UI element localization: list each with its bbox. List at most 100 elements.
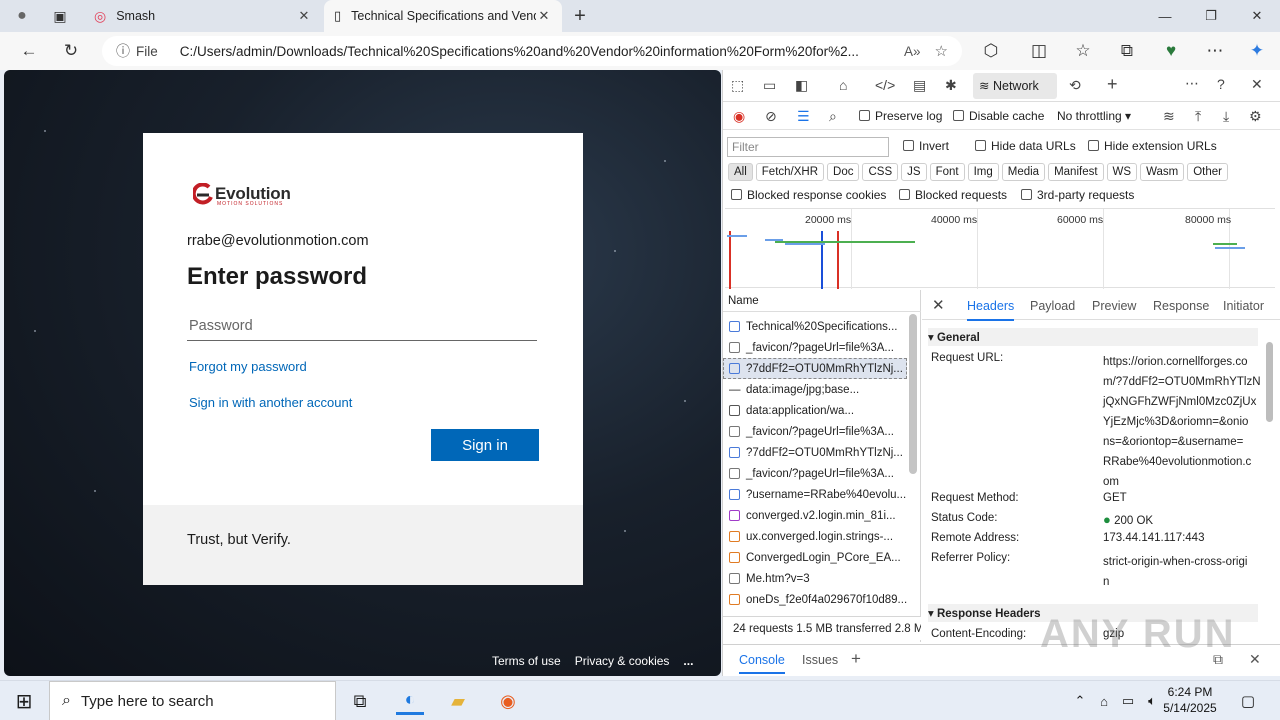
request-row[interactable]: ux.converged.login.strings-... [723, 526, 907, 547]
system-clock[interactable]: 6:24 PM 5/14/2025 [1160, 684, 1220, 716]
chip-font[interactable]: Font [929, 163, 965, 181]
sources-bug-icon[interactable]: ✱ [945, 77, 957, 94]
tab-actions-icon[interactable]: ▣ [46, 2, 74, 30]
read-aloud-icon[interactable]: A» [904, 44, 921, 59]
request-row[interactable]: data:application/wa... [723, 400, 907, 421]
filter-icon[interactable]: ☰ [797, 108, 810, 125]
record-icon[interactable]: ◉ [733, 108, 745, 125]
request-row[interactable]: _favicon/?pageUrl=file%3A... [723, 463, 907, 484]
request-row[interactable]: _favicon/?pageUrl=file%3A... [723, 421, 907, 442]
throttling-select[interactable]: No throttling ▾ [1057, 109, 1131, 123]
chip-all[interactable]: All [728, 163, 753, 181]
export-har-icon[interactable]: ⤓ [1223, 108, 1229, 125]
close-devtools-icon[interactable]: ✕ [1251, 76, 1263, 93]
profile-icon[interactable]: ● [8, 2, 36, 30]
drawer-tab-issues[interactable]: Issues [802, 653, 838, 667]
extensions-icon[interactable]: ⬡ [976, 37, 1006, 65]
browser-essentials-icon[interactable]: ♥ [1156, 37, 1186, 65]
chip-other[interactable]: Other [1187, 163, 1228, 181]
close-window-icon[interactable]: ✕ [1234, 0, 1280, 32]
file-explorer-icon[interactable]: ▰ [444, 687, 472, 715]
blocked-requests-checkbox[interactable]: Blocked requests [899, 188, 1007, 202]
chip-js[interactable]: JS [901, 163, 927, 181]
refresh-icon[interactable]: ↻ [56, 37, 86, 65]
welcome-home-icon[interactable]: ⌂ [839, 77, 847, 93]
password-field[interactable] [187, 311, 537, 341]
close-drawer-icon[interactable]: ✕ [1249, 651, 1261, 668]
more-tools-icon[interactable]: + [1107, 74, 1118, 95]
dock-icon[interactable]: ◧ [795, 77, 808, 94]
close-details-icon[interactable]: ✕ [932, 296, 945, 314]
add-drawer-tab-icon[interactable]: + [851, 649, 861, 669]
blocked-cookies-checkbox[interactable]: Blocked response cookies [731, 188, 886, 202]
performance-icon[interactable]: ⟲ [1069, 77, 1081, 94]
clear-icon[interactable]: ⊘ [765, 108, 777, 125]
details-scrollbar[interactable] [1266, 342, 1273, 422]
request-row[interactable]: ?7ddFf2=OTU0MmRhYTlzNj... [723, 442, 907, 463]
device-emulation-icon[interactable]: ▭ [763, 77, 776, 94]
info-icon[interactable]: ⓘ [116, 41, 130, 61]
close-tab-icon[interactable]: ✕ [296, 8, 312, 24]
favorite-star-icon[interactable]: ☆ [935, 42, 948, 60]
inspect-icon[interactable]: ⬚ [731, 77, 744, 94]
more-options-button[interactable]: ... [683, 654, 693, 668]
chip-fetch-xhr[interactable]: Fetch/XHR [755, 163, 825, 181]
hide-data-urls-checkbox[interactable]: Hide data URLs [975, 139, 1076, 153]
chip-media[interactable]: Media [1001, 163, 1046, 181]
general-section-header[interactable]: ▾ General [928, 328, 1258, 346]
tab-initiator[interactable]: Initiator [1223, 299, 1264, 313]
chip-ws[interactable]: WS [1106, 163, 1138, 181]
terms-link[interactable]: Terms of use [492, 654, 561, 668]
settings-more-icon[interactable]: ⋯ [1200, 37, 1230, 65]
preserve-log-checkbox[interactable]: Preserve log [859, 109, 942, 123]
request-row[interactable]: — data:image/jpg;base... [723, 379, 907, 400]
sign-in-button[interactable]: Sign in [431, 429, 539, 461]
forgot-password-link[interactable]: Forgot my password [189, 359, 307, 374]
filter-input[interactable]: Filter [727, 137, 889, 157]
network-overview-timeline[interactable]: 20000 ms 40000 ms 60000 ms 80000 ms [725, 208, 1275, 289]
notifications-icon[interactable]: ▢ [1234, 687, 1262, 715]
name-column-header[interactable]: Name [723, 290, 921, 312]
hide-extension-urls-checkbox[interactable]: Hide extension URLs [1088, 139, 1217, 153]
customize-menu-icon[interactable]: ⋯ [1185, 75, 1199, 92]
tab-headers[interactable]: Headers [967, 299, 1015, 321]
copilot-icon[interactable]: ✦ [1242, 37, 1272, 65]
request-row[interactable]: ?username=RRabe%40evolu... [723, 484, 907, 505]
privacy-link[interactable]: Privacy & cookies [575, 654, 670, 668]
restore-icon[interactable]: ❐ [1188, 0, 1234, 32]
windows-start-icon[interactable]: ⊞ [10, 687, 38, 715]
request-row[interactable]: Me.htm?v=3 [723, 568, 907, 589]
search-icon[interactable]: ⌕ [829, 108, 837, 125]
collections-icon[interactable]: ⧉ [1112, 37, 1142, 65]
taskbar-search[interactable]: ⌕ Type here to search [49, 681, 336, 720]
tab-response[interactable]: Response [1153, 299, 1209, 313]
network-conditions-icon[interactable]: ≋ [1163, 108, 1175, 125]
console-panel-icon[interactable]: ▤ [913, 77, 926, 94]
request-row[interactable]: ConvergedLogin_PCore_EA... [723, 547, 907, 568]
tab-payload[interactable]: Payload [1030, 299, 1075, 313]
help-icon[interactable]: ? [1217, 76, 1225, 92]
request-row[interactable]: oneDs_f2e0f4a029670f10d89... [723, 589, 907, 610]
third-party-checkbox[interactable]: 3rd-party requests [1021, 188, 1134, 202]
chip-manifest[interactable]: Manifest [1048, 163, 1104, 181]
split-screen-icon[interactable]: ◫ [1024, 37, 1054, 65]
request-list-scrollbar[interactable] [909, 314, 917, 474]
back-icon[interactable]: ← [14, 37, 44, 65]
favorites-icon[interactable]: ☆ [1068, 37, 1098, 65]
other-account-link[interactable]: Sign in with another account [189, 395, 352, 410]
drawer-tab-console[interactable]: Console [739, 653, 785, 674]
tab-technical-specifications[interactable]: ▯ Technical Specifications and Vendor in… [324, 0, 562, 32]
network-settings-icon[interactable]: ⚙ [1249, 108, 1262, 125]
chip-wasm[interactable]: Wasm [1140, 163, 1185, 181]
tab-network[interactable]: ≋ Network [973, 73, 1057, 99]
chip-css[interactable]: CSS [862, 163, 899, 181]
import-har-icon[interactable]: ⤒ [1195, 108, 1201, 125]
new-tab-icon[interactable]: + [566, 2, 594, 30]
firefox-icon[interactable]: ◉ [494, 687, 522, 715]
request-row[interactable]: Technical%20Specifications... [723, 316, 907, 337]
tab-preview[interactable]: Preview [1092, 299, 1136, 313]
elements-icon[interactable]: </> [875, 77, 895, 93]
tab-smash[interactable]: ◎ Smash ✕ [84, 0, 322, 32]
disable-cache-checkbox[interactable]: Disable cache [953, 109, 1044, 123]
request-row[interactable]: _favicon/?pageUrl=file%3A... [723, 337, 907, 358]
